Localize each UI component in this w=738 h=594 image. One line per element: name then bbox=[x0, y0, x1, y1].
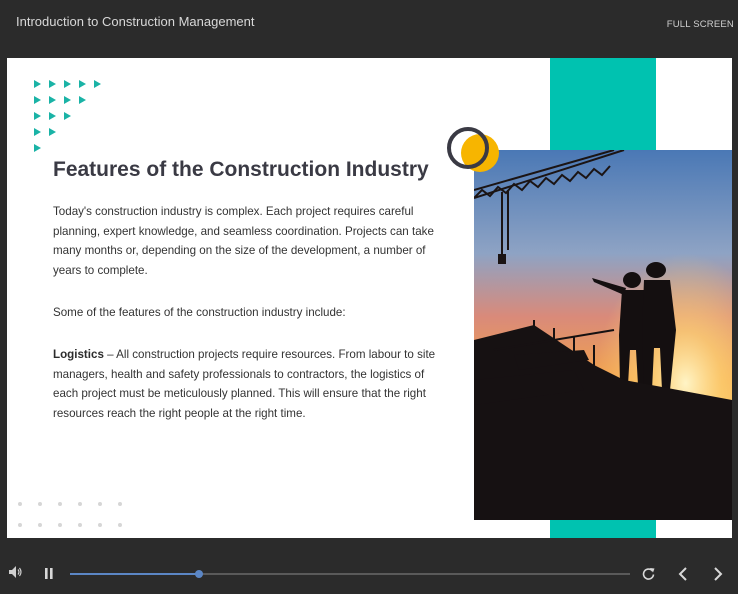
dot-pattern-icon bbox=[18, 502, 122, 527]
triangle-pattern-icon bbox=[34, 80, 101, 152]
chevron-right-icon[interactable] bbox=[713, 567, 723, 581]
progress-bar[interactable] bbox=[70, 570, 630, 578]
logistics-description: – All construction projects require reso… bbox=[53, 348, 436, 420]
construction-silhouette-image bbox=[474, 150, 732, 520]
slide-heading: Features of the Construction Industry bbox=[53, 158, 429, 181]
fullscreen-button[interactable]: FULL SCREEN bbox=[667, 19, 734, 30]
slide: Features of the Construction Industry To… bbox=[7, 58, 732, 538]
volume-icon[interactable] bbox=[9, 566, 23, 578]
top-bar: Introduction to Construction Management … bbox=[0, 0, 738, 58]
progress-fill bbox=[70, 573, 199, 575]
intro-paragraph: Today's construction industry is complex… bbox=[53, 205, 434, 277]
decorative-circles-icon bbox=[447, 127, 499, 172]
course-title: Introduction to Construction Management bbox=[16, 14, 255, 29]
teal-accent-bar-top bbox=[550, 58, 656, 152]
progress-scrubber[interactable] bbox=[194, 570, 203, 578]
chevron-left-icon[interactable] bbox=[678, 567, 688, 581]
logistics-paragraph: Logistics – All construction projects re… bbox=[53, 345, 438, 423]
features-intro-paragraph: Some of the features of the construction… bbox=[53, 306, 346, 319]
teal-accent-bar-bottom bbox=[550, 520, 656, 538]
replay-icon[interactable] bbox=[642, 567, 655, 580]
logistics-term: Logistics bbox=[53, 348, 104, 361]
player-controls bbox=[0, 538, 738, 594]
pause-icon[interactable] bbox=[44, 568, 54, 579]
